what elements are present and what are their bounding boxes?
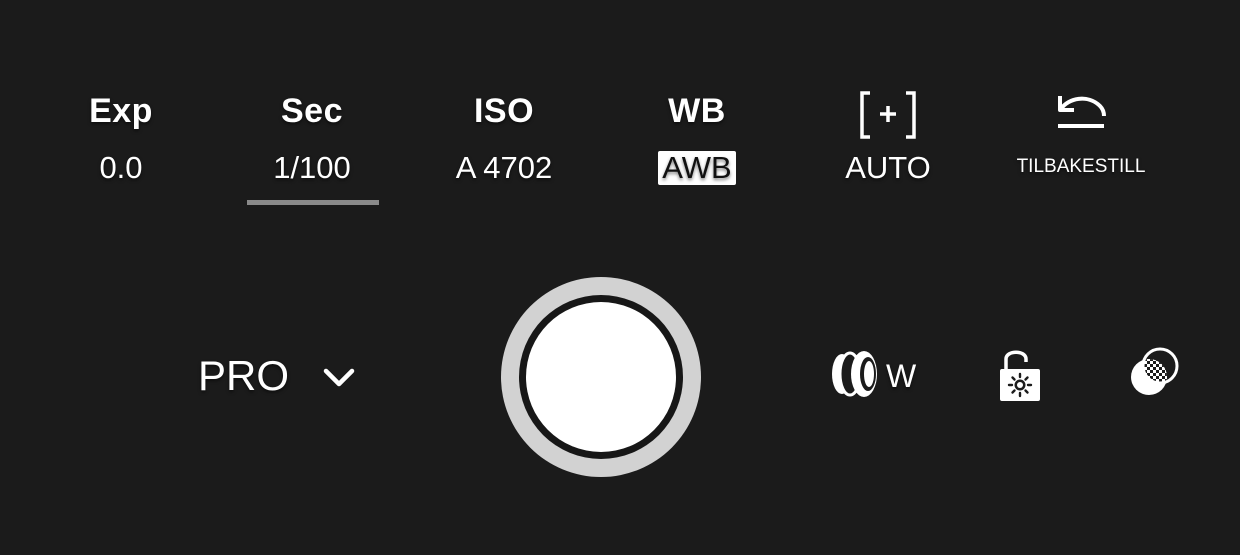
reset-arrow-icon — [1054, 90, 1108, 139]
lens-switch-button[interactable]: W — [828, 346, 916, 406]
chevron-down-icon — [323, 368, 355, 388]
control-focus-value: AUTO — [845, 150, 931, 185]
wb-value-badge: AWB — [658, 151, 736, 185]
shutter-core — [526, 302, 676, 452]
lens-label: W — [886, 357, 917, 394]
control-sec-value: 1/100 — [273, 150, 351, 185]
control-reset[interactable]: TILBAKESTILL — [1006, 86, 1156, 216]
control-wb-value: AWB — [622, 150, 772, 186]
lens-icon — [828, 348, 882, 405]
exposure-lock-icon — [996, 345, 1044, 408]
shutter-ring — [519, 295, 683, 459]
control-sec[interactable]: Sec 1/100 — [237, 86, 387, 216]
control-focus[interactable]: AUTO — [813, 86, 963, 216]
control-exp[interactable]: Exp 0.0 — [46, 86, 196, 216]
control-exp-label: Exp — [89, 92, 153, 130]
control-iso-value: A 4702 — [455, 150, 553, 185]
exposure-lock-button[interactable] — [996, 346, 1044, 406]
mode-selector[interactable]: PRO — [198, 348, 355, 404]
mode-label: PRO — [198, 352, 290, 399]
filter-effect-button[interactable] — [1126, 346, 1184, 406]
selected-indicator — [247, 200, 379, 205]
control-iso[interactable]: ISO A 4702 — [429, 86, 579, 216]
control-wb[interactable]: WB AWB — [622, 86, 772, 216]
control-exp-value: 0.0 — [99, 150, 143, 185]
filter-effect-icon — [1126, 346, 1184, 407]
control-sec-label: Sec — [281, 92, 343, 130]
focus-bracket-icon — [858, 90, 918, 145]
shutter-button[interactable] — [501, 277, 701, 477]
control-wb-label: WB — [668, 92, 726, 130]
control-reset-value: TILBAKESTILL — [1016, 156, 1146, 177]
control-iso-label: ISO — [473, 92, 535, 130]
